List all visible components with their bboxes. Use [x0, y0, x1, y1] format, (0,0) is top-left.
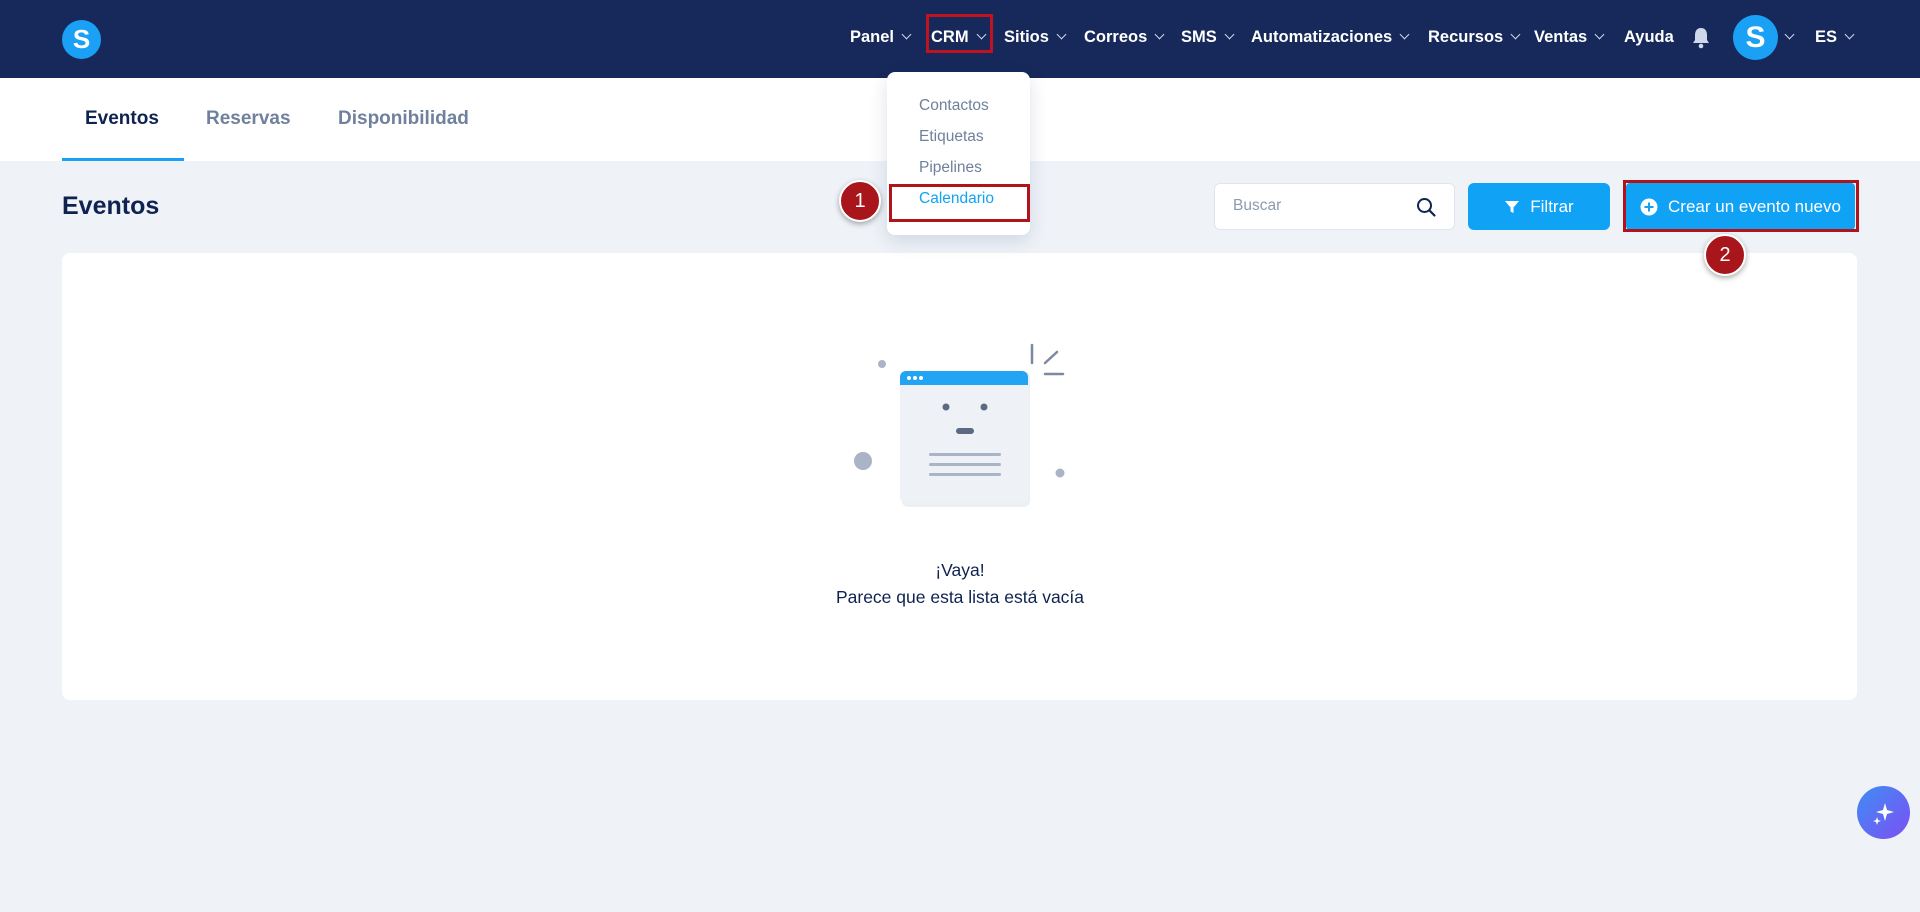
- step-badge-2: 2: [1704, 234, 1746, 276]
- menu-item-etiquetas[interactable]: Etiquetas: [919, 128, 984, 146]
- nav-item-ventas[interactable]: Ventas: [1534, 26, 1605, 48]
- nav-item-label: Ayuda: [1624, 28, 1674, 46]
- language-label: ES: [1815, 28, 1838, 46]
- filter-button-label: Filtrar: [1530, 196, 1574, 216]
- active-tab-indicator: [62, 158, 184, 161]
- nav-item-automatizaciones[interactable]: Automatizaciones: [1251, 26, 1410, 48]
- app-logo[interactable]: S: [62, 20, 101, 59]
- nav-item-recursos[interactable]: Recursos: [1428, 26, 1521, 48]
- filter-icon: [1505, 200, 1520, 213]
- nav-item-sitios[interactable]: Sitios: [1004, 26, 1067, 48]
- search-icon[interactable]: [1415, 196, 1437, 218]
- empty-list-illustration: [854, 343, 1065, 507]
- chevron-down-icon: [1844, 29, 1855, 40]
- chevron-down-icon: [1056, 29, 1067, 40]
- filter-button[interactable]: Filtrar: [1468, 183, 1610, 230]
- tab-eventos[interactable]: Eventos: [85, 108, 159, 130]
- tab-disponibilidad[interactable]: Disponibilidad: [338, 108, 469, 130]
- bell-icon[interactable]: [1692, 27, 1710, 49]
- nav-item-sms[interactable]: SMS: [1181, 26, 1235, 48]
- search-input[interactable]: [1233, 197, 1413, 215]
- chevron-down-icon: [1224, 29, 1235, 40]
- chevron-down-icon: [1510, 29, 1521, 40]
- avatar[interactable]: S: [1733, 15, 1778, 60]
- language-selector[interactable]: ES: [1815, 26, 1855, 48]
- calendario-highlight-box: [889, 184, 1030, 222]
- nav-item-label: Panel: [850, 28, 895, 46]
- chevron-down-icon[interactable]: [1784, 29, 1795, 40]
- chevron-down-icon: [901, 29, 912, 40]
- chevron-down-icon: [1594, 29, 1605, 40]
- empty-state-title: ¡Vaya!: [935, 560, 985, 580]
- create-highlight-box: [1623, 180, 1859, 232]
- nav-item-label: Sitios: [1004, 28, 1049, 46]
- top-navigation-bar: S Panel CRM Sitios Correos SMS Automatiz…: [0, 0, 1920, 78]
- nav-item-label: Correos: [1084, 28, 1148, 46]
- nav-item-label: Recursos: [1428, 28, 1504, 46]
- search-box[interactable]: [1214, 183, 1455, 230]
- nav-item-label: Ventas: [1534, 28, 1588, 46]
- chevron-down-icon: [1154, 29, 1165, 40]
- menu-item-pipelines[interactable]: Pipelines: [919, 159, 982, 177]
- nav-item-panel[interactable]: Panel: [850, 26, 912, 48]
- nav-item-correos[interactable]: Correos: [1084, 26, 1165, 48]
- menu-item-contactos[interactable]: Contactos: [919, 97, 989, 115]
- page-title: Eventos: [62, 192, 160, 220]
- crm-highlight-box: [926, 14, 993, 53]
- sparkle-icon: [1872, 802, 1894, 825]
- nav-item-label: SMS: [1181, 28, 1217, 46]
- step-badge-1: 1: [839, 180, 881, 222]
- tab-reservas[interactable]: Reservas: [206, 108, 291, 130]
- empty-state-subtitle: Parece que esta lista está vacía: [835, 587, 1085, 607]
- nav-item-label: Automatizaciones: [1251, 28, 1393, 46]
- nav-item-ayuda[interactable]: Ayuda: [1624, 26, 1674, 48]
- chevron-down-icon: [1399, 29, 1410, 40]
- ai-assistant-button[interactable]: [1857, 786, 1910, 839]
